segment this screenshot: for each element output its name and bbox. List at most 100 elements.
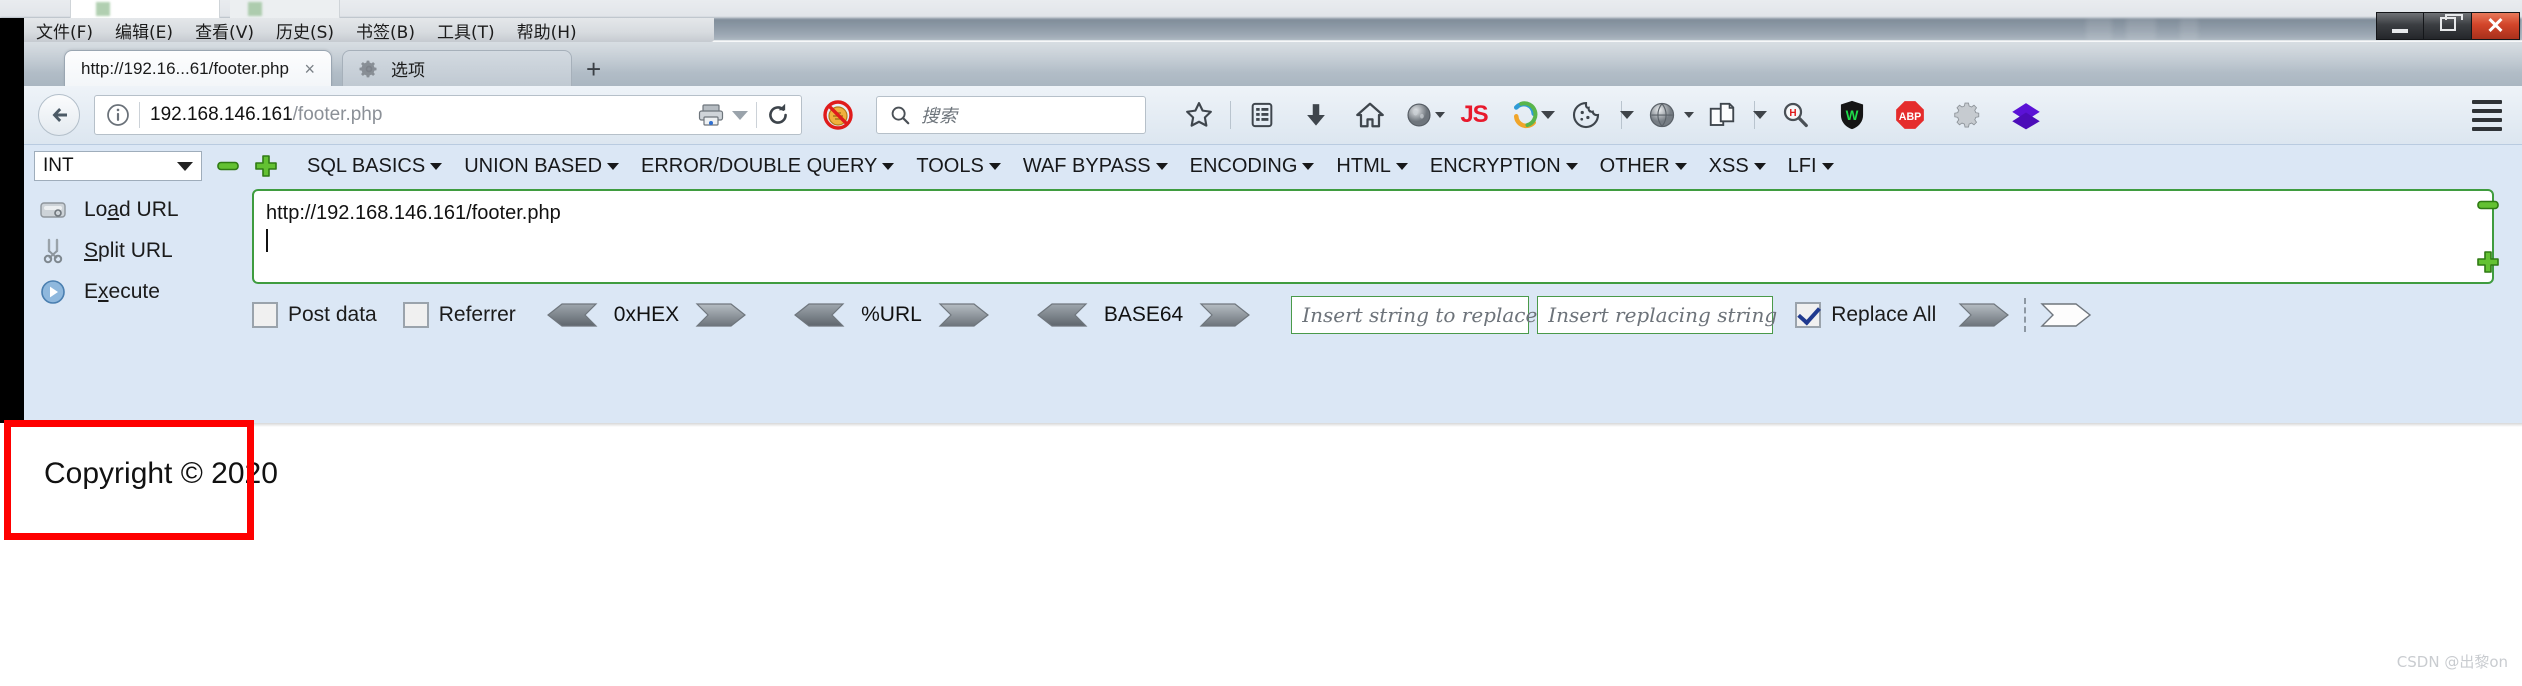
tab-close-icon[interactable]: ×	[304, 60, 315, 78]
menu-item-history[interactable]: 历史(S)	[274, 18, 336, 43]
background-icon-b	[248, 2, 262, 16]
chevron-down-icon	[1674, 162, 1687, 170]
svg-text:H: H	[1789, 108, 1796, 119]
base64-label: BASE64	[1103, 303, 1184, 326]
adblock-plus-icon[interactable]: ABP	[1881, 95, 1939, 135]
load-url-button[interactable]: Load URL	[38, 189, 238, 230]
proxy-icon[interactable]	[1634, 95, 1690, 135]
label: ENCODING	[1189, 154, 1298, 177]
hackbar-menu-html[interactable]: HTML	[1325, 155, 1418, 178]
replace-all-label: Replace All	[1831, 303, 1937, 326]
hackbar-menu-xss[interactable]: XSS	[1698, 155, 1777, 178]
hackbar-search-icon[interactable]: H	[1767, 95, 1823, 135]
menu-item-file[interactable]: 文件(F)	[34, 18, 95, 43]
referrer-label: Referrer	[438, 303, 516, 326]
downloads-icon[interactable]	[1289, 95, 1343, 135]
minus-green-icon[interactable]	[216, 154, 240, 178]
close-icon: ✕	[2486, 13, 2505, 38]
close-button[interactable]: ✕	[2472, 12, 2520, 40]
bookmark-star-icon[interactable]	[1172, 95, 1226, 135]
hex-encode-button[interactable]	[695, 301, 747, 329]
chevron-down-icon	[1395, 162, 1408, 170]
back-button[interactable]	[38, 94, 80, 136]
hackbar-menu-other[interactable]: OTHER	[1589, 155, 1698, 178]
javascript-toggle-icon[interactable]: JS	[1445, 95, 1503, 135]
taskbar-item-c	[2180, 18, 2198, 40]
plus-green-icon[interactable]	[254, 154, 278, 178]
encoder-hex: 0xHEX	[546, 301, 747, 329]
hackbar-menu-waf-bypass[interactable]: WAF BYPASS	[1012, 155, 1179, 178]
post-data-checkbox[interactable]: Post data	[252, 302, 377, 328]
hackbar-menu-encoding[interactable]: ENCODING	[1179, 155, 1326, 178]
replace-apply-button[interactable]	[1958, 301, 2010, 329]
home-icon[interactable]	[1343, 95, 1397, 135]
hackbar-type-value: INT	[43, 155, 74, 176]
noscript-blocked-icon[interactable]	[822, 99, 854, 131]
url-decode-button[interactable]	[793, 301, 845, 329]
chevron-down-icon	[1302, 162, 1315, 170]
firebug-dropdown-icon[interactable]	[1541, 111, 1555, 119]
reader-dropdown-icon[interactable]	[732, 110, 748, 120]
proxy-dropdown-icon[interactable]	[1684, 112, 1694, 118]
hackbar-menu-lfi[interactable]: LFI	[1777, 155, 1845, 178]
label: ERROR/DOUBLE QUERY	[641, 154, 878, 177]
minimize-button[interactable]	[2376, 12, 2424, 40]
info-circle-icon[interactable]	[105, 102, 131, 128]
expand-hackbar-icon[interactable]	[2476, 250, 2500, 274]
restore-icon	[2439, 14, 2463, 31]
hamburger-menu-icon[interactable]	[2472, 99, 2508, 131]
chevron-down-icon	[1821, 162, 1834, 170]
menu-item-tools[interactable]: 工具(T)	[435, 18, 497, 43]
replace-search-input[interactable]: Insert string to replace	[1291, 296, 1537, 334]
base64-decode-button[interactable]	[1036, 301, 1088, 329]
base64-encode-button[interactable]	[1199, 301, 1251, 329]
search-box[interactable]: 搜索	[876, 96, 1146, 134]
url-encode-button[interactable]	[938, 301, 990, 329]
hackbar-menu-error-double-query[interactable]: ERROR/DOUBLE QUERY	[630, 155, 905, 178]
tamper-diamond-icon[interactable]	[1995, 95, 2057, 135]
hackbar-menu: SQL BASICS UNION BASED ERROR/DOUBLE QUER…	[296, 155, 1845, 178]
url-label: %URL	[861, 303, 922, 326]
user-agent-dropdown-icon[interactable]	[1435, 112, 1445, 118]
reload-icon[interactable]	[765, 102, 791, 128]
menu-item-view[interactable]: 查看(V)	[193, 18, 256, 43]
chevron-down-icon	[177, 161, 193, 171]
copy-page-icon[interactable]	[1694, 95, 1750, 135]
tab-options[interactable]: 选项	[342, 50, 572, 86]
hex-decode-button[interactable]	[546, 301, 598, 329]
wappalyzer-shield-icon[interactable]: W	[1823, 95, 1881, 135]
url-bar[interactable]: 192.168.146.161/footer.php	[94, 95, 802, 135]
hackbar-menu-union-based[interactable]: UNION BASED	[453, 155, 630, 178]
gear-icon	[359, 60, 377, 77]
copy-dropdown-icon[interactable]	[1753, 111, 1767, 119]
replace-with-input[interactable]: Insert replacing string	[1537, 296, 1777, 334]
replace-clear-button[interactable]	[2040, 301, 2092, 329]
printer-icon[interactable]	[698, 103, 724, 127]
hackbar-menu-tools[interactable]: TOOLS	[905, 155, 1011, 178]
hackbar-panel: INT SQL BASICS UNION BASED ERROR/DOUBLE …	[24, 144, 2522, 423]
hackbar-type-select[interactable]: INT	[34, 151, 202, 181]
replace-all-checkbox[interactable]: Replace All	[1795, 302, 1936, 328]
collapse-hackbar-icon[interactable]	[2476, 193, 2500, 217]
menu-bar: 文件(F) 编辑(E) 查看(V) 历史(S) 书签(B) 工具(T) 帮助(H…	[24, 18, 714, 43]
hackbar-url-textarea[interactable]: http://192.168.146.161/footer.php	[252, 189, 2494, 284]
split-url-button[interactable]: Split URL	[38, 230, 238, 271]
cookie-dropdown-icon[interactable]	[1620, 111, 1634, 119]
chevron-down-icon	[882, 162, 895, 170]
separator	[2024, 298, 2027, 332]
maximize-button[interactable]	[2424, 12, 2472, 40]
hackbar-side-controls	[2476, 193, 2512, 307]
menu-item-edit[interactable]: 编辑(E)	[113, 18, 175, 43]
referrer-checkbox[interactable]: Referrer	[402, 302, 516, 328]
hackbar-menu-encryption[interactable]: ENCRYPTION	[1419, 155, 1589, 178]
settings-gear-icon[interactable]	[1939, 95, 1995, 135]
library-icon[interactable]	[1235, 95, 1289, 135]
toolbar-icons: JS H W ABP	[1172, 95, 2057, 135]
cookie-manager-icon[interactable]	[1555, 95, 1617, 135]
tab-footer-php[interactable]: http://192.16...61/footer.php ×	[64, 50, 332, 86]
taskbar-item-b	[2126, 18, 2156, 40]
new-tab-button[interactable]: +	[586, 56, 601, 82]
menu-item-bookmarks[interactable]: 书签(B)	[354, 18, 417, 43]
menu-item-help[interactable]: 帮助(H)	[515, 18, 579, 43]
hackbar-menu-sql-basics[interactable]: SQL BASICS	[296, 155, 453, 178]
